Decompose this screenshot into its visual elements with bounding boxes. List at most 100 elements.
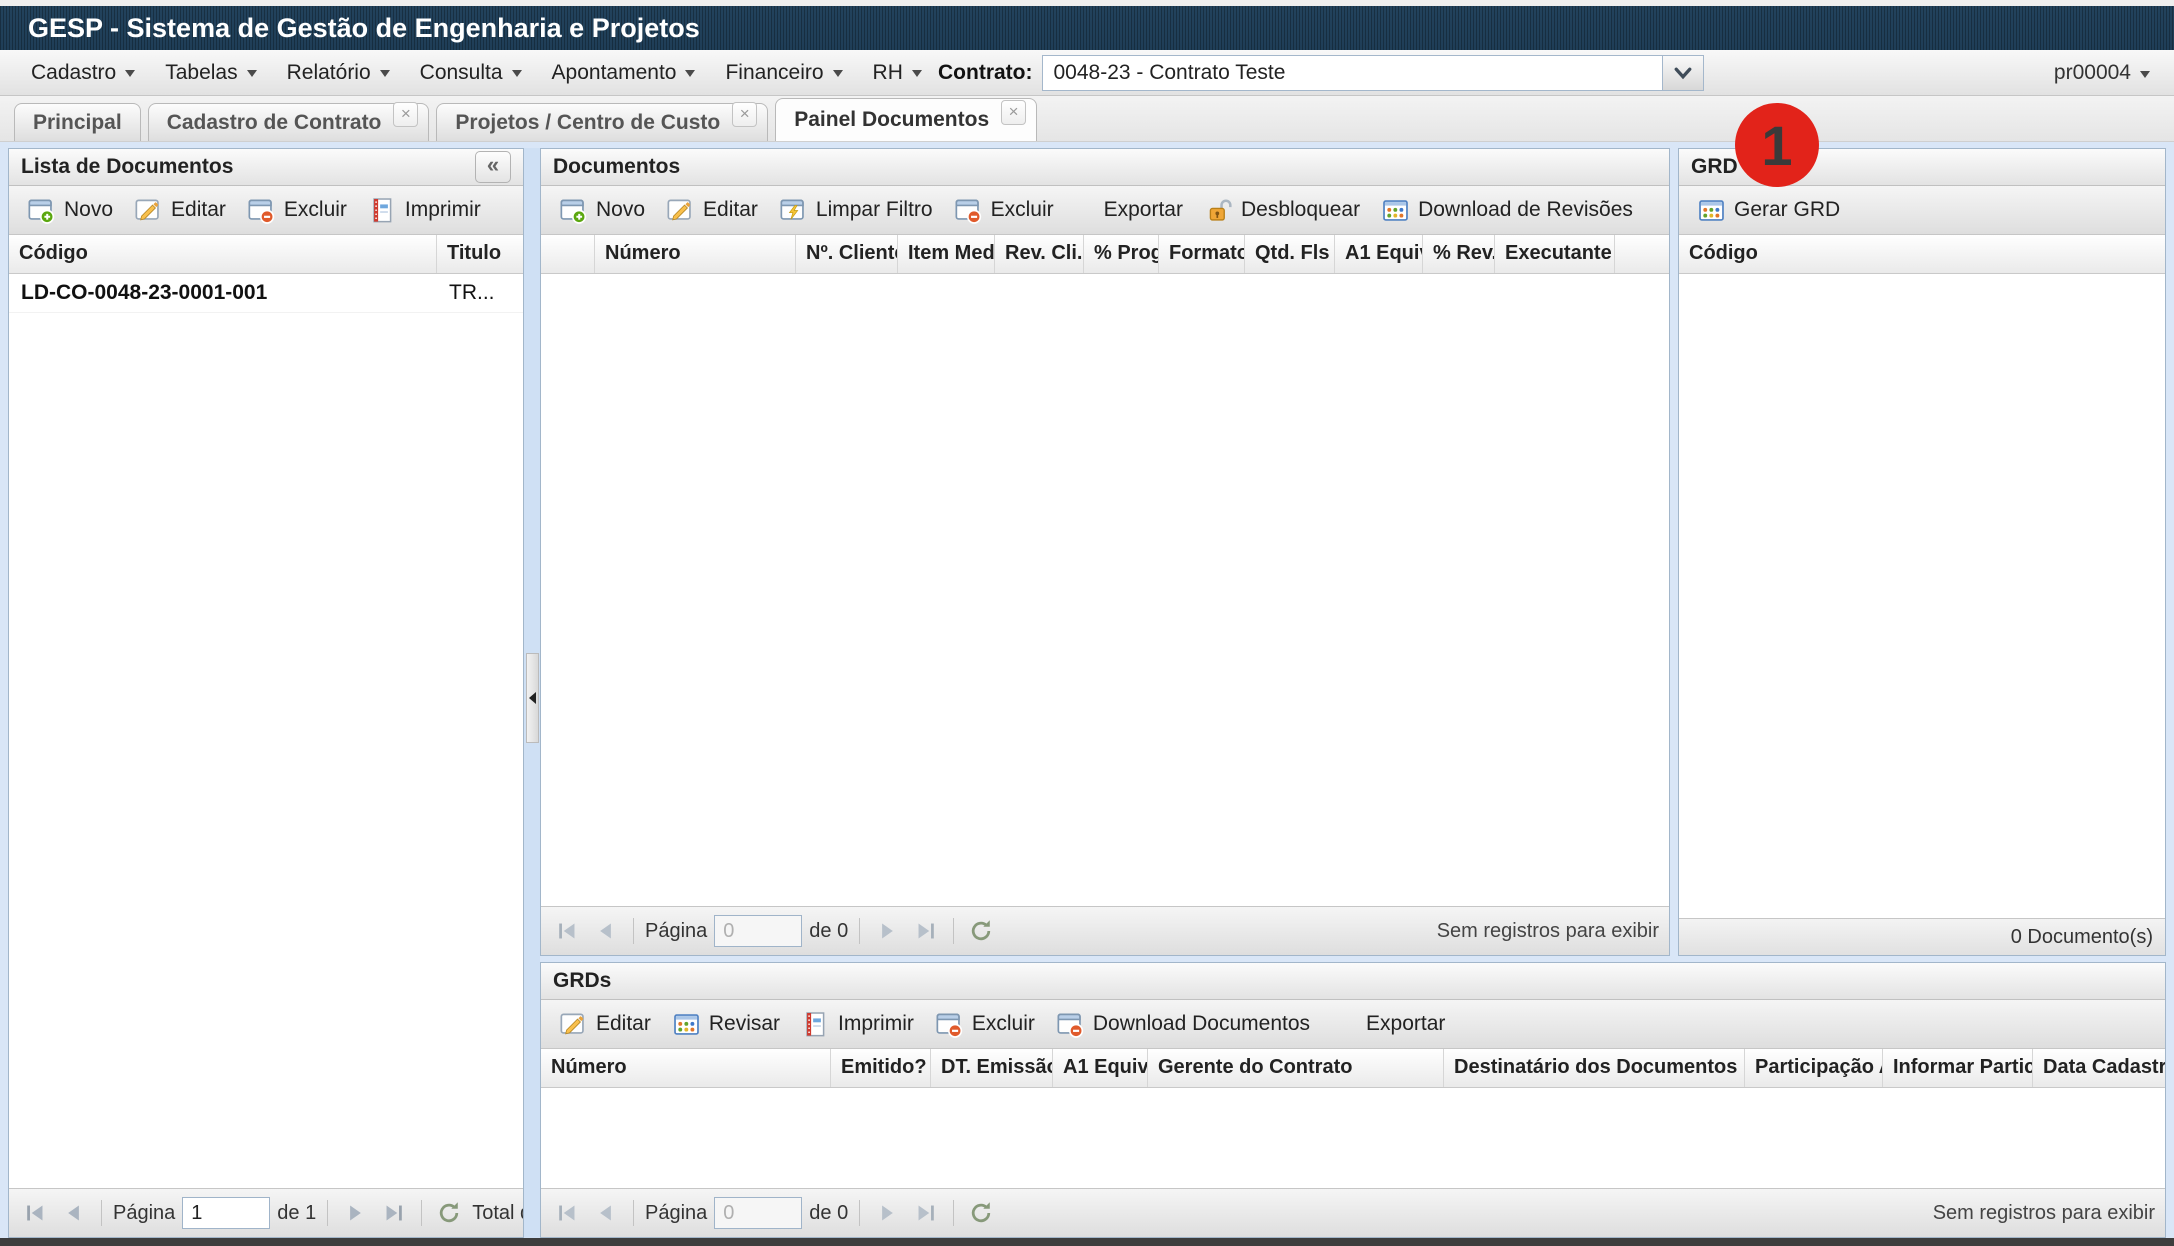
prev-page-button[interactable] [590, 915, 622, 947]
first-page-button[interactable] [551, 1197, 583, 1229]
tab-principal[interactable]: Principal [14, 103, 141, 141]
novo-button[interactable]: Novo [17, 192, 124, 229]
editar-button[interactable]: Editar [549, 1006, 662, 1043]
page-number-input[interactable] [182, 1197, 270, 1229]
last-page-button[interactable] [910, 915, 942, 947]
close-icon[interactable]: × [393, 102, 418, 127]
column-header-numero[interactable]: Número [595, 235, 796, 273]
menu-cadastro[interactable]: Cadastro [16, 50, 150, 95]
column-header-codigo[interactable]: Código [1679, 235, 2165, 273]
column-header-titulo[interactable]: Titulo [437, 235, 523, 273]
desbloquear-button[interactable]: Desbloquear [1194, 192, 1371, 229]
prev-page-button[interactable] [590, 1197, 622, 1229]
menu-relatorio-label: Relatório [287, 61, 371, 85]
column-header-numero[interactable]: Número [541, 1049, 831, 1087]
next-page-button[interactable] [339, 1197, 371, 1229]
tab-principal-label: Principal [33, 111, 122, 135]
column-header-gerente-contrato[interactable]: Gerente do Contrato [1148, 1049, 1444, 1087]
close-icon[interactable]: × [732, 102, 757, 127]
column-header-no-cliente[interactable]: Nº. Cliente [796, 235, 898, 273]
limpar-filtro-button[interactable]: Limpar Filtro [769, 192, 944, 229]
tab-projetos-centro-de-custo[interactable]: Projetos / Centro de Custo × [436, 103, 768, 141]
contract-combobox-trigger[interactable] [1662, 56, 1703, 90]
next-page-button[interactable] [871, 915, 903, 947]
column-header-data-cadastro[interactable]: Data Cadastro [2033, 1049, 2165, 1087]
page-number-input[interactable] [714, 915, 802, 947]
splitter-collapse-handle[interactable] [526, 653, 539, 743]
imprimir-button[interactable]: Imprimir [358, 192, 492, 229]
panel-splitter[interactable] [524, 148, 540, 1238]
exportar-button[interactable]: Exportar [1355, 1007, 1456, 1041]
close-icon[interactable]: × [1001, 100, 1026, 125]
menu-financeiro[interactable]: Financeiro [710, 50, 857, 95]
grd-grid-header: Código [1679, 235, 2165, 274]
chevron-down-icon [2140, 71, 2150, 83]
menu-relatorio[interactable]: Relatório [272, 50, 405, 95]
documentos-paging: Página de 0 Sem registros para exibir [541, 906, 1669, 955]
panel-lista-de-documentos: Lista de Documentos « Novo [8, 148, 524, 1238]
column-header-executante[interactable]: Executante [1495, 235, 1615, 273]
download-documentos-button[interactable]: Download Documentos [1046, 1006, 1321, 1043]
collapse-left-icon[interactable]: « [475, 151, 511, 183]
tab-cadastro-de-contrato[interactable]: Cadastro de Contrato × [148, 103, 430, 141]
contract-combobox[interactable]: 0048-23 - Contrato Teste [1042, 55, 1704, 91]
column-header-item-medicao[interactable]: Item Medi [898, 235, 995, 273]
column-header-rev-cli[interactable]: Rev. Cli. [995, 235, 1084, 273]
gerar-grd-button[interactable]: Gerar GRD [1687, 192, 1851, 229]
table-row[interactable]: LD-CO-0048-23-0001-001 TR... [9, 274, 523, 313]
lista-documentos-toolbar: Novo Editar [9, 186, 523, 235]
column-header-formato[interactable]: Formato [1159, 235, 1245, 273]
tab-painel-documentos[interactable]: Painel Documentos × [775, 98, 1037, 141]
download-de-revisoes-label: Download de Revisões [1418, 198, 1633, 222]
excluir-button[interactable]: Excluir [237, 192, 358, 229]
contract-label: Contrato: [938, 61, 1032, 85]
lista-documentos-grid-header: Código Titulo [9, 235, 523, 274]
grd-toolbar: Gerar GRD [1679, 186, 2165, 235]
editar-label: Editar [171, 198, 226, 222]
last-page-button[interactable] [910, 1197, 942, 1229]
excluir-button[interactable]: Excluir [925, 1006, 1046, 1043]
prev-page-button[interactable] [58, 1197, 90, 1229]
first-page-button[interactable] [19, 1197, 51, 1229]
column-header-destinatario[interactable]: Destinatário dos Documentos [1444, 1049, 1745, 1087]
column-header-codigo[interactable]: Código [9, 235, 437, 273]
imprimir-button[interactable]: Imprimir [791, 1006, 925, 1043]
refresh-button[interactable] [433, 1197, 465, 1229]
download-de-revisoes-button[interactable]: Download de Revisões [1371, 192, 1644, 229]
chevron-down-icon [125, 70, 135, 82]
menu-rh[interactable]: RH [858, 50, 937, 95]
exportar-button[interactable]: Exportar [1093, 193, 1194, 227]
column-header-dt-emissao[interactable]: DT. Emissão [931, 1049, 1053, 1087]
first-page-button[interactable] [551, 915, 583, 947]
revisar-button[interactable]: Revisar [662, 1006, 791, 1043]
lista-documentos-header: Lista de Documentos « [9, 149, 523, 186]
refresh-button[interactable] [965, 915, 997, 947]
editar-button[interactable]: Editar [656, 192, 769, 229]
column-header-prog[interactable]: % Prog [1084, 235, 1159, 273]
menu-tabelas[interactable]: Tabelas [150, 50, 271, 95]
column-header-emitido[interactable]: Emitido? [831, 1049, 931, 1087]
grd-grid-body [1679, 274, 2165, 918]
separator [327, 1200, 328, 1226]
user-menu[interactable]: pr00004 [2054, 50, 2150, 96]
annotation-circle-1: 1 [1735, 103, 1819, 187]
next-page-button[interactable] [871, 1197, 903, 1229]
novo-button[interactable]: Novo [549, 192, 656, 229]
column-header-rev[interactable]: % Rev. [1423, 235, 1495, 273]
desbloquear-label: Desbloquear [1241, 198, 1360, 222]
page-number-input[interactable] [714, 1197, 802, 1229]
menu-consulta[interactable]: Consulta [405, 50, 537, 95]
column-header-informar-participacao[interactable]: Informar Partici [1883, 1049, 2033, 1087]
column-header-qtd-fls[interactable]: Qtd. Fls [1245, 235, 1335, 273]
editar-button[interactable]: Editar [124, 192, 237, 229]
separator [633, 1200, 634, 1226]
excluir-button[interactable]: Excluir [944, 192, 1065, 229]
refresh-button[interactable] [965, 1197, 997, 1229]
column-header-a1-equiv[interactable]: A1 Equiv. [1335, 235, 1423, 273]
column-header-a1-equiv[interactable]: A1 Equiv. [1053, 1049, 1148, 1087]
column-header-participacao[interactable]: Participação Apl [1745, 1049, 1883, 1087]
imprimir-label: Imprimir [838, 1012, 914, 1036]
chevron-down-icon [1671, 61, 1695, 85]
last-page-button[interactable] [378, 1197, 410, 1229]
menu-apontamento[interactable]: Apontamento [537, 50, 711, 95]
